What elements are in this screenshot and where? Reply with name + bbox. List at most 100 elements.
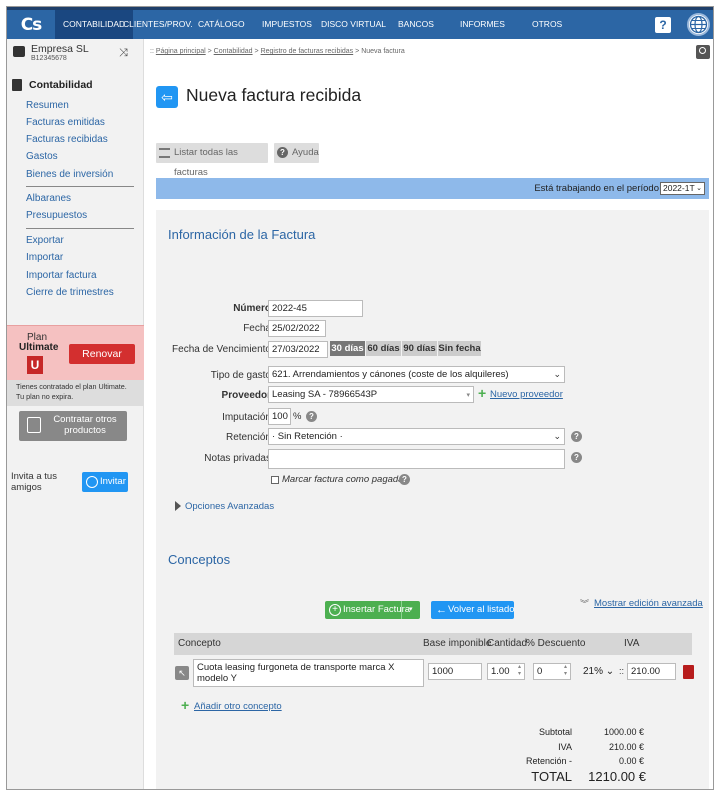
tipo-gasto-select[interactable]: 621. Arrendamientos y cánones (coste de … bbox=[268, 366, 565, 383]
add-concepto-link[interactable]: Añadir otro concepto bbox=[194, 701, 282, 712]
advanced-options-toggle[interactable]: Opciones Avanzadas bbox=[185, 501, 274, 512]
nav-impuestos[interactable]: IMPUESTOS bbox=[254, 10, 320, 39]
caret-right-icon[interactable] bbox=[175, 501, 181, 511]
sidebar-item-importar-factura[interactable]: Importar factura bbox=[26, 270, 97, 281]
invite-button[interactable]: Invitar bbox=[82, 472, 128, 492]
list-invoices-button[interactable]: Listar todas las facturas bbox=[156, 143, 268, 178]
sidebar-item-importar[interactable]: Importar bbox=[26, 252, 63, 263]
base-imponible-input[interactable]: 1000 bbox=[428, 663, 482, 680]
chevron-down-icon: ⌄ bbox=[553, 431, 561, 441]
nav-otros[interactable]: OTROS bbox=[524, 10, 570, 39]
due-30-days-button[interactable]: 30 días bbox=[330, 341, 365, 356]
sidebar-item-resumen[interactable]: Resumen bbox=[26, 100, 69, 111]
nav-informes[interactable]: INFORMES bbox=[452, 10, 513, 39]
fecha-input[interactable]: 25/02/2022 bbox=[268, 320, 326, 337]
double-chevron-down-icon: ︾ bbox=[580, 599, 590, 609]
sidebar-item-presupuestos[interactable]: Presupuestos bbox=[26, 210, 87, 221]
stepper-icon[interactable]: ▴ ▾ bbox=[564, 664, 567, 678]
plus-icon[interactable]: + bbox=[181, 698, 189, 712]
chevron-down-icon: ⌄ bbox=[605, 666, 615, 677]
plus-icon[interactable]: + bbox=[478, 386, 486, 400]
globe-icon[interactable] bbox=[687, 13, 710, 36]
imputacion-label: Imputación bbox=[222, 412, 271, 423]
help-icon[interactable]: ? bbox=[655, 17, 671, 33]
conceptos-table-header: Concepto Base imponible Cantidad % Descu… bbox=[174, 633, 692, 655]
pagada-checkbox[interactable] bbox=[271, 476, 279, 484]
back-arrow-icon: ⇦ bbox=[156, 86, 178, 108]
company-icon bbox=[13, 46, 25, 57]
retencion-value: · Sin Retención · bbox=[272, 431, 343, 442]
period-label: Está trabajando en el período bbox=[534, 183, 659, 194]
company-selector[interactable]: Empresa SL B12345678 ⤨ bbox=[11, 43, 139, 65]
pagada-label: Marcar factura como pagada bbox=[282, 474, 404, 485]
renew-button[interactable]: Renovar bbox=[69, 344, 135, 364]
sidebar-section-title: Contabilidad bbox=[11, 79, 139, 93]
swap-icon[interactable]: ⤨ bbox=[119, 47, 128, 60]
due-no-date-button[interactable]: Sin fecha bbox=[438, 341, 481, 356]
subtotal-label: Subtotal bbox=[538, 727, 572, 737]
nav-clientes-prov[interactable]: CLIENTES/PROV. bbox=[115, 10, 201, 39]
main-content: :: Página principal > Contabilidad > Reg… bbox=[144, 39, 713, 789]
nuevo-proveedor-link[interactable]: Nuevo proveedor bbox=[490, 389, 563, 400]
retencion-label: Retención bbox=[225, 432, 271, 443]
column-header: % Descuento bbox=[526, 638, 586, 649]
nav-disco-virtual[interactable]: DISCO VIRTUAL bbox=[313, 10, 394, 39]
insert-invoice-button[interactable]: + Insertar Factura ▾ bbox=[325, 601, 420, 619]
invite-label: Invitar bbox=[100, 476, 126, 487]
stepper-icon[interactable]: ▴ ▾ bbox=[518, 664, 521, 678]
caret-down-icon[interactable]: ▾ bbox=[409, 601, 413, 619]
numero-input[interactable]: 2022-45 bbox=[268, 300, 363, 317]
company-name: Empresa SL bbox=[31, 43, 89, 55]
sidebar-item-cierre-trimestres[interactable]: Cierre de trimestres bbox=[26, 287, 114, 298]
help-icon[interactable]: ? bbox=[571, 431, 582, 442]
back-to-list-button[interactable]: ← Volver al listado bbox=[431, 601, 515, 619]
concepto-textarea[interactable]: Cuota leasing furgoneta de transporte ma… bbox=[193, 659, 424, 687]
due-90-days-button[interactable]: 90 días bbox=[402, 341, 437, 356]
sidebar-item-facturas-recibidas[interactable]: Facturas recibidas bbox=[26, 134, 108, 145]
breadcrumb: :: Página principal > Contabilidad > Reg… bbox=[150, 48, 405, 55]
app-logo[interactable]: Cs bbox=[7, 10, 55, 39]
proveedor-label: Proveedor bbox=[221, 390, 271, 401]
sidebar-item-exportar[interactable]: Exportar bbox=[26, 235, 64, 246]
invoice-form-panel: Información de la Factura Número 2022-45… bbox=[156, 210, 709, 789]
company-nif: B12345678 bbox=[31, 55, 67, 62]
contract-products-label: Contratar otros productos bbox=[53, 414, 117, 436]
sidebar-item-gastos[interactable]: Gastos bbox=[26, 151, 58, 162]
globe-icon bbox=[86, 476, 98, 488]
descuento-input[interactable]: 0 ▴ ▾ bbox=[533, 663, 571, 680]
help-button[interactable]: ? Ayuda bbox=[274, 143, 319, 163]
notas-label: Notas privadas bbox=[204, 453, 271, 464]
due-60-days-button[interactable]: 60 días bbox=[366, 341, 401, 356]
sidebar-item-albaranes[interactable]: Albaranes bbox=[26, 193, 71, 204]
proveedor-select[interactable]: Leasing SA - 78966543P ▾ bbox=[268, 386, 474, 403]
contract-products-button[interactable]: Contratar otros productos bbox=[19, 411, 127, 441]
notas-textarea[interactable] bbox=[268, 449, 565, 469]
cantidad-input[interactable]: 1.00 ▴ ▾ bbox=[487, 663, 525, 680]
breadcrumb-contabilidad[interactable]: Contabilidad bbox=[214, 48, 253, 55]
delete-icon[interactable] bbox=[683, 665, 694, 679]
search-icon[interactable] bbox=[696, 45, 710, 59]
period-select[interactable]: 2022-1T ⌄ bbox=[660, 182, 705, 195]
select-product-icon[interactable]: ↖ bbox=[175, 666, 189, 680]
iva-pct-value: 21% bbox=[583, 666, 604, 677]
nav-bancos[interactable]: BANCOS bbox=[390, 10, 442, 39]
iva-total-value: 210.00 € bbox=[608, 742, 644, 752]
vencimiento-input[interactable]: 27/03/2022 bbox=[268, 341, 328, 358]
sidebar-item-bienes-inversion[interactable]: Bienes de inversión bbox=[26, 169, 113, 180]
sidebar-item-facturas-emitidas[interactable]: Facturas emitidas bbox=[26, 117, 105, 128]
iva-select[interactable]: 21% ⌄ bbox=[583, 666, 614, 677]
help-icon[interactable]: ? bbox=[571, 452, 582, 463]
retencion-select[interactable]: · Sin Retención · ⌄ bbox=[268, 428, 565, 445]
invoice-info-title: Información de la Factura bbox=[168, 227, 316, 242]
advanced-edit-link[interactable]: Mostrar edición avanzada bbox=[594, 598, 703, 609]
breadcrumb-home[interactable]: Página principal bbox=[156, 48, 206, 55]
help-icon[interactable]: ? bbox=[306, 411, 317, 422]
iva-amount-input[interactable]: 210.00 bbox=[627, 663, 676, 680]
breadcrumb-registro[interactable]: Registro de facturas recibidas bbox=[261, 48, 354, 55]
nav-catalogo[interactable]: CATÁLOGO bbox=[190, 10, 253, 39]
sidebar: Empresa SL B12345678 ⤨ Contabilidad Resu… bbox=[7, 39, 144, 789]
help-icon[interactable]: ? bbox=[399, 474, 410, 485]
plan-info-text: Tienes contratado el plan Ultimate. Tu p… bbox=[7, 380, 144, 406]
imputacion-input[interactable]: 100 bbox=[268, 408, 291, 425]
button-divider bbox=[401, 601, 402, 619]
